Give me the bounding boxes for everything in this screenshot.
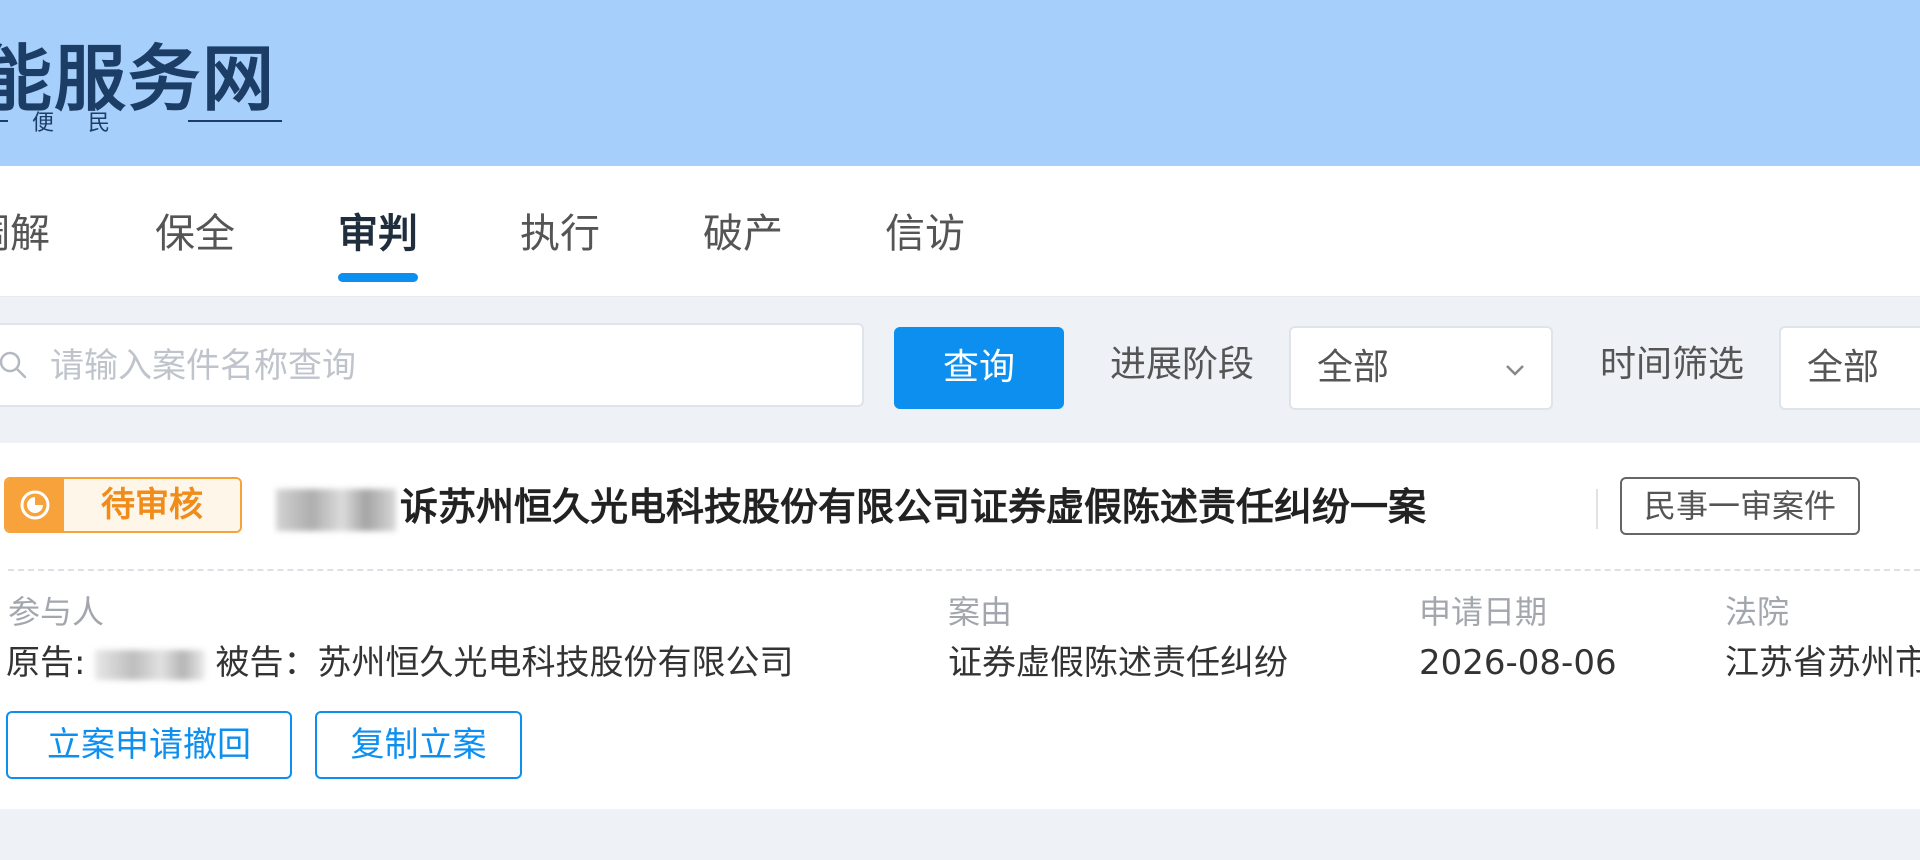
stage-filter-select[interactable]: 全部 <box>1289 326 1553 410</box>
plaintiff-prefix: 原告: <box>6 643 86 683</box>
card-divider <box>8 569 1920 571</box>
redacted-plaintiff <box>95 649 206 680</box>
withdraw-filing-button[interactable]: 立案申请撤回 <box>6 711 292 779</box>
tab-mediation[interactable]: 调解 <box>0 206 50 262</box>
cause-value: 证券虚假陈述责任纠纷 <box>948 643 1288 683</box>
participants-label: 参与人 <box>8 593 105 631</box>
site-tagline: 便民 <box>0 106 283 136</box>
court-label: 法院 <box>1725 593 1790 631</box>
stage-filter-label: 进展阶段 <box>1110 344 1255 385</box>
tab-preservation[interactable]: 保全 <box>155 206 235 262</box>
search-box <box>0 323 864 407</box>
active-tab-indicator <box>338 273 418 282</box>
search-icon <box>0 351 27 379</box>
stage-filter-value: 全部 <box>1317 347 1390 388</box>
time-filter-value: 全部 <box>1807 347 1880 388</box>
court-value: 江苏省苏州市 <box>1725 643 1920 683</box>
tagline-rule <box>188 120 283 122</box>
tab-label: 保全 <box>155 211 235 257</box>
defendant-text: 被告：苏州恒久光电科技股份有限公司 <box>215 643 794 683</box>
participants-value: 原告: 被告：苏州恒久光电科技股份有限公司 <box>6 640 793 686</box>
case-title[interactable]: 诉苏州恒久光电科技股份有限公司证券虚假陈述责任纠纷一案 <box>276 479 1426 535</box>
date-label: 申请日期 <box>1419 593 1548 631</box>
status-label: 待审核 <box>64 479 240 531</box>
tab-trial[interactable]: 审判 <box>338 206 418 282</box>
tab-label: 审判 <box>338 211 418 257</box>
tab-bankruptcy[interactable]: 破产 <box>703 206 783 262</box>
status-badge: 待审核 <box>4 477 242 533</box>
case-card: 待审核 诉苏州恒久光电科技股份有限公司证券虚假陈述责任纠纷一案 民事一审案件 参… <box>0 443 1920 809</box>
tagline-text: 便民 <box>32 111 145 136</box>
title-divider <box>1596 489 1598 529</box>
tab-label: 破产 <box>703 211 783 257</box>
tab-petition[interactable]: 信访 <box>885 206 965 262</box>
case-category-tabs: 调解 保全 审判 执行 破产 信访 <box>0 166 1920 297</box>
pending-clock-icon <box>6 479 64 531</box>
tab-label: 信访 <box>885 211 965 257</box>
date-value: 2026-08-06 <box>1419 643 1617 683</box>
case-type-tag: 民事一审案件 <box>1620 477 1860 535</box>
tagline-dash <box>0 120 8 122</box>
query-button[interactable]: 查询 <box>894 327 1064 409</box>
time-filter-label: 时间筛选 <box>1600 344 1745 385</box>
copy-filing-button[interactable]: 复制立案 <box>315 711 522 779</box>
case-title-text: 诉苏州恒久光电科技股份有限公司证券虚假陈述责任纠纷一案 <box>400 485 1427 529</box>
chevron-down-icon <box>1506 365 1524 376</box>
cause-label: 案由 <box>948 593 1013 631</box>
time-filter-select[interactable]: 全部 <box>1779 326 1920 410</box>
tab-label: 调解 <box>0 211 50 257</box>
tab-execution[interactable]: 执行 <box>520 206 600 262</box>
redacted-party-name <box>276 488 396 531</box>
tab-label: 执行 <box>520 211 600 257</box>
search-input[interactable] <box>48 339 842 393</box>
site-header: 能服务网 便民 <box>0 0 1920 166</box>
